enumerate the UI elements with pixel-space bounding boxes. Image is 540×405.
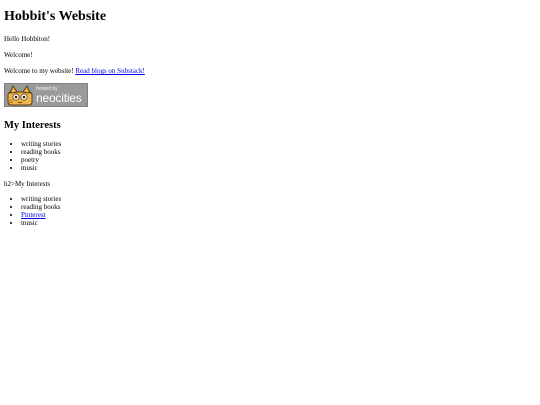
page: Hobbit's Website Hello Hobbiton! Welcome… (0, 0, 540, 242)
interests-list: writing stories reading books poetry mus… (4, 140, 536, 172)
badge-text: hosted by neocities (36, 86, 82, 105)
welcome-paragraph: Welcome to my website! Read blogs on Sub… (4, 67, 536, 75)
interest-item: reading books (21, 203, 536, 211)
neocities-cat-icon (7, 85, 33, 106)
page-title: Hobbit's Website (4, 9, 107, 24)
interest-item: writing stories (21, 195, 536, 203)
interests-list-2: writing stories reading books Pinterest … (4, 195, 536, 227)
welcome-text: Welcome! (4, 51, 33, 60)
interest-item: music (21, 164, 536, 172)
interests-heading: My Interests (4, 120, 61, 132)
interest-item: reading books (21, 148, 536, 156)
interest-item: writing stories (21, 140, 536, 148)
neocities-badge[interactable]: hosted by neocities (4, 83, 88, 108)
hello-text: Hello Hobbiton! (4, 35, 51, 44)
welcome-message: Welcome to my website! (4, 67, 74, 76)
interest-item-link: Pinterest (21, 211, 536, 219)
badge-neocities: neocities (36, 90, 82, 105)
substack-link[interactable]: Read blogs on Substack! (75, 67, 144, 75)
pinterest-link[interactable]: Pinterest (21, 211, 46, 219)
interest-item: poetry (21, 156, 536, 164)
raw-heading-text: h2>My Interests (4, 180, 51, 189)
interest-item: music (21, 219, 536, 227)
